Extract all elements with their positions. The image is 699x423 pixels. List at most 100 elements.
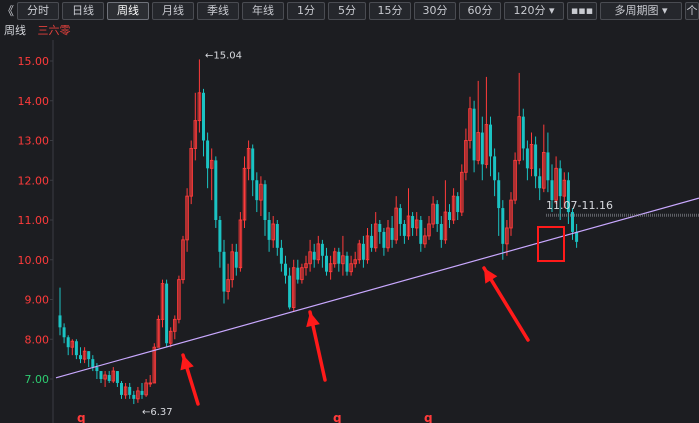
candle-body (58, 315, 62, 328)
tab-yearly[interactable]: 年线 (242, 2, 284, 20)
candle-body (534, 144, 538, 177)
range-label: 11.07-11.16 (546, 199, 613, 212)
candle-body (66, 337, 70, 348)
back-button[interactable]: 《 (2, 2, 14, 20)
candle-body (550, 180, 554, 201)
y-tick-label: 10.00 (18, 254, 50, 267)
candle-body (132, 394, 136, 399)
tab-monthly[interactable]: 月线 (152, 2, 194, 20)
y-tick-label: 12.00 (18, 174, 50, 187)
candle-body (165, 283, 169, 344)
candle-body (115, 371, 119, 383)
candle-body (284, 263, 287, 276)
tab-daily[interactable]: 日线 (62, 2, 104, 20)
candle-body (74, 341, 78, 356)
candle-body (538, 176, 542, 189)
candle-body (218, 220, 222, 252)
candle-body (493, 156, 497, 181)
candle-body (325, 255, 328, 272)
candle-body (435, 204, 439, 224)
y-tick-label: 14.00 (18, 95, 50, 108)
tab-quarterly[interactable]: 季线 (197, 2, 239, 20)
candle-body (456, 196, 460, 213)
highlight-box (537, 226, 565, 262)
candle-body (296, 267, 300, 280)
candle-body (107, 375, 111, 381)
candle-body (382, 231, 386, 248)
more-periods-button[interactable]: ▪▪▪ (567, 2, 597, 20)
candle-body (402, 223, 406, 236)
tab-60min[interactable]: 60分 (459, 2, 501, 20)
candle-body (345, 255, 349, 272)
stock-name: 三六零 (37, 24, 71, 37)
candle-body (497, 180, 501, 209)
arrow-2-head (306, 312, 320, 328)
candle-body (79, 355, 82, 360)
candle-body (263, 184, 267, 220)
tab-15min[interactable]: 15分 (369, 2, 411, 20)
candle-body (521, 116, 525, 149)
tab-weekly[interactable]: 周线 (107, 2, 149, 20)
y-tick-label: 8.00 (25, 333, 50, 346)
candle-body (87, 351, 91, 360)
event-marker[interactable]: q (77, 411, 86, 423)
candle-body (255, 180, 259, 201)
candle-body (419, 220, 423, 244)
candle-body (312, 251, 316, 260)
y-tick-label: 9.00 (25, 294, 50, 307)
candle-body (251, 148, 255, 181)
candlestick-chart[interactable]: 15.00 14.00 13.00 12.00 11.00 10.00 9.00 8.00 7.… (0, 40, 699, 423)
candle-body (214, 160, 218, 220)
candle-body (62, 327, 66, 338)
high-price-label: ←15.04 (205, 50, 242, 61)
low-price-label: ←6.37 (142, 407, 173, 418)
candle-body (411, 216, 415, 228)
candle-body (337, 251, 341, 264)
tab-30min[interactable]: 30分 (414, 2, 456, 20)
candle-body (202, 92, 205, 141)
tab-1min[interactable]: 1分 (287, 2, 325, 20)
tab-120min-dropdown[interactable]: 120分 ▾ (504, 2, 564, 20)
candle-body (525, 148, 529, 169)
candle-body (501, 208, 505, 244)
candle-body (439, 223, 443, 240)
event-marker[interactable]: q (424, 411, 433, 423)
y-tick-label: 13.00 (18, 135, 50, 148)
candle-body (91, 359, 95, 368)
candle-body (546, 152, 550, 181)
candle-body (320, 243, 324, 256)
candle-body (472, 108, 476, 161)
candle-body (558, 168, 562, 197)
candle-body (120, 382, 123, 395)
candle-body (279, 247, 283, 264)
candle-body (234, 251, 238, 268)
period-label: 周线 (4, 24, 26, 37)
tab-5min[interactable]: 5分 (328, 2, 366, 20)
candle-body (575, 231, 579, 242)
trendline[interactable] (55, 197, 699, 379)
candle-body (378, 223, 382, 232)
candle-body (95, 367, 99, 372)
candle-body (206, 140, 210, 169)
candle-body (361, 243, 365, 260)
candle-body (275, 223, 279, 248)
candle-body (370, 235, 374, 248)
period-toolbar: 《 分时 日线 周线 月线 季线 年线 1分 5分 15分 30分 60分 12… (0, 0, 699, 22)
candle-body (222, 251, 226, 292)
candle-body (267, 220, 271, 240)
event-marker[interactable]: q (333, 411, 342, 423)
chart-info-bar: 周线 三六零 (4, 24, 71, 38)
candle-body (288, 275, 292, 308)
candle-body (99, 371, 103, 379)
multi-period-chart-dropdown[interactable]: 多周期图 ▾ (600, 2, 682, 20)
candle-body (128, 386, 132, 395)
candle-body (398, 208, 402, 224)
candle-body (140, 390, 144, 395)
candle-body (489, 124, 492, 157)
candle-body (480, 132, 484, 165)
tab-more-truncated[interactable]: 个 (685, 2, 699, 20)
tab-intraday[interactable]: 分时 (17, 2, 59, 20)
y-tick-label: 15.00 (18, 55, 50, 68)
y-tick-label: 7.00 (25, 373, 50, 386)
candle-body (390, 227, 394, 240)
